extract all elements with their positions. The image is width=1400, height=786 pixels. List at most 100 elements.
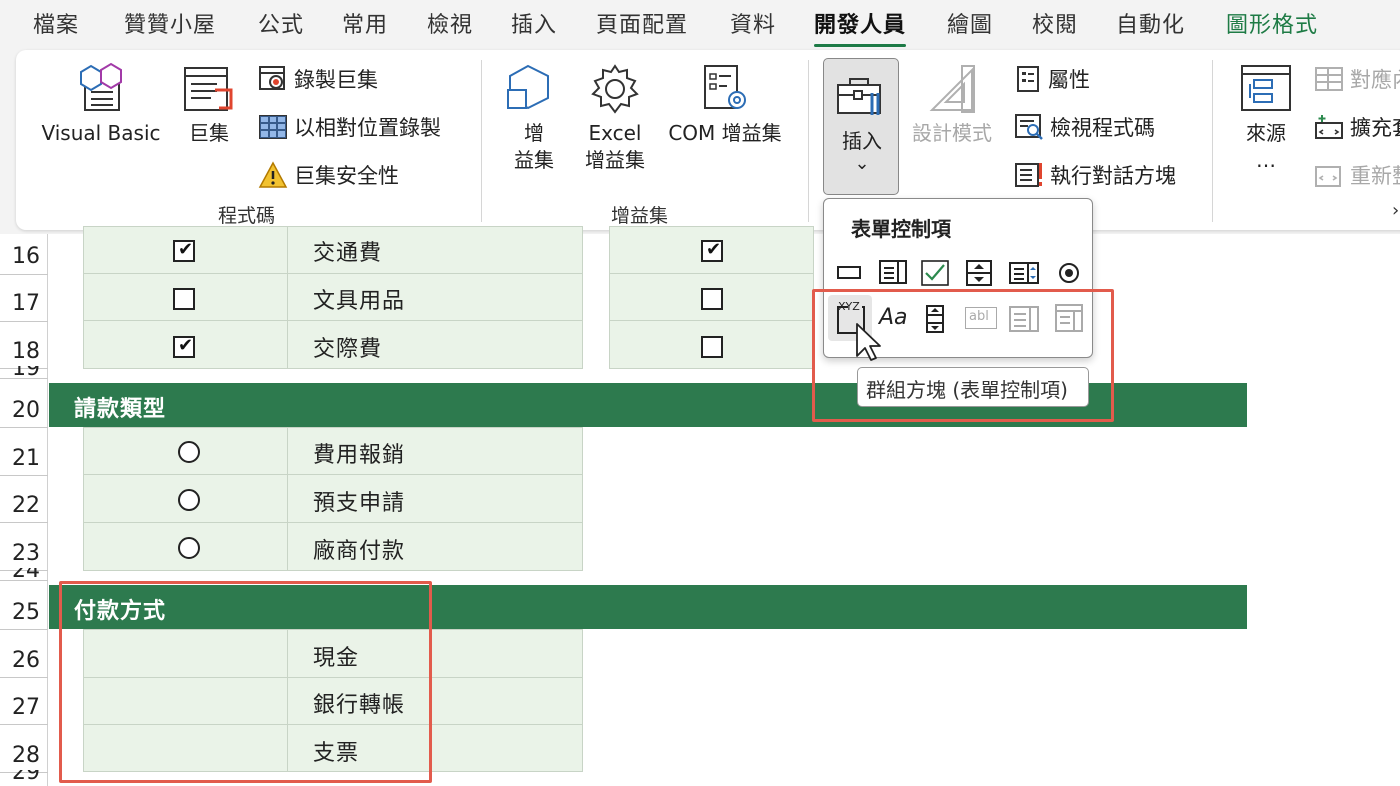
collapse-ribbon-icon[interactable]: ›	[1392, 200, 1399, 221]
addins-label-line1: 增	[524, 121, 544, 145]
row-number[interactable]: 21	[0, 446, 48, 471]
check-mark-icon: ✔	[706, 239, 722, 260]
expense-item-label: 文具用品	[313, 289, 406, 314]
refresh-data-icon	[1315, 166, 1341, 187]
expansion-packs-label: 擴充套	[1350, 116, 1400, 140]
macros-label: 巨集	[189, 121, 229, 145]
macros-icon	[184, 67, 233, 111]
row-number[interactable]: 25	[0, 600, 48, 625]
relative-reference-label: 以相對位置錄製	[294, 116, 441, 140]
addins-label-line2: 益集	[514, 148, 554, 172]
radio-advance-request[interactable]	[178, 489, 200, 511]
ribbon-tabs: 檔案 贊贊小屋 公式 常用 檢視 插入 頁面配置 資料 開發人員 繪圖 校閱 自…	[0, 0, 1400, 48]
macro-security-label: 巨集安全性	[294, 164, 399, 188]
insert-controls-button[interactable]: 插入 ⌄	[823, 58, 899, 195]
record-macro-button[interactable]: 錄製巨集	[258, 64, 378, 94]
addins-button[interactable]: 增 益集	[504, 62, 564, 174]
gear-icon	[591, 64, 639, 114]
ribbon-separator	[808, 60, 809, 222]
highlight-frame-payment	[59, 581, 432, 783]
com-addins-button[interactable]: COM 增益集	[660, 62, 790, 147]
checkbox-transport-left[interactable]: ✔	[173, 239, 195, 262]
com-addins-label: COM 增益集	[668, 121, 782, 145]
excel-addins-label-line2: 增益集	[585, 148, 645, 172]
checkbox-stationery-right[interactable]	[701, 288, 723, 310]
checkbox-entertainment-right[interactable]	[701, 336, 723, 358]
properties-label: 屬性	[1048, 68, 1090, 92]
tab-page-layout[interactable]: 頁面配置	[596, 7, 688, 39]
checkbox-transport-right[interactable]: ✔	[701, 239, 723, 262]
xml-source-button[interactable]: 來源 …	[1236, 62, 1296, 174]
row-number[interactable]: 19	[0, 366, 48, 376]
macros-button[interactable]: 巨集	[180, 62, 238, 147]
row-number[interactable]: 22	[0, 493, 48, 518]
expense-item-label: 交際費	[313, 337, 383, 362]
request-type-label: 廠商付款	[313, 539, 406, 564]
excel-addins-button[interactable]: Excel 增益集	[580, 62, 650, 174]
record-macro-icon	[259, 66, 285, 90]
request-type-label: 預支申請	[313, 491, 406, 516]
xml-source-icon	[1241, 65, 1291, 111]
row-number[interactable]: 27	[0, 695, 48, 720]
macro-security-button[interactable]: 巨集安全性	[258, 160, 399, 190]
refresh-data-button[interactable]: 重新整	[1314, 160, 1400, 190]
checkbox-entertainment-left[interactable]: ✔	[173, 335, 195, 358]
tab-data[interactable]: 資料	[730, 7, 776, 39]
ribbon-separator	[1212, 60, 1213, 222]
list-box-icon[interactable]	[1008, 261, 1040, 285]
run-dialog-button[interactable]: 執行對話方塊	[1014, 160, 1176, 190]
tab-review[interactable]: 校閱	[1032, 7, 1078, 39]
row-number[interactable]: 18	[0, 339, 48, 364]
properties-button[interactable]: 屬性	[1014, 64, 1090, 94]
spin-button-icon[interactable]	[965, 259, 993, 287]
checkbox-stationery-left[interactable]	[173, 288, 195, 310]
row-number[interactable]: 16	[0, 244, 48, 269]
visual-basic-button[interactable]: Visual Basic	[40, 62, 162, 147]
row-divider	[0, 580, 48, 581]
tab-file[interactable]: 檔案	[33, 7, 79, 39]
view-code-button[interactable]: 檢視程式碼	[1014, 112, 1155, 142]
request-type-label: 費用報銷	[313, 443, 406, 468]
row-divider	[0, 522, 48, 523]
map-properties-button[interactable]: 對應內	[1314, 64, 1400, 94]
xml-source-label: 來源	[1246, 121, 1286, 145]
tab-view[interactable]: 檢視	[427, 7, 473, 39]
xml-source-more: …	[1256, 148, 1276, 172]
row-number[interactable]: 26	[0, 648, 48, 673]
row-number[interactable]: 29	[0, 770, 48, 782]
tab-automate[interactable]: 自動化	[1116, 7, 1185, 39]
option-button-icon[interactable]	[1057, 261, 1081, 285]
excel-addins-label-line1: Excel	[588, 121, 642, 145]
tab-developer[interactable]: 開發人員	[814, 7, 907, 47]
row-number[interactable]: 28	[0, 743, 48, 768]
expansion-packs-button[interactable]: 擴充套	[1314, 112, 1400, 142]
relative-reference-button[interactable]: 以相對位置錄製	[258, 112, 441, 142]
row-number[interactable]: 23	[0, 541, 48, 566]
visual-basic-icon	[80, 62, 122, 111]
ribbon-separator	[481, 60, 482, 222]
insert-label: 插入	[842, 129, 882, 153]
design-mode-button[interactable]: 設計模式	[906, 62, 998, 147]
record-macro-label: 錄製巨集	[294, 68, 378, 92]
expense-item-label: 交通費	[313, 241, 383, 266]
radio-expense-claim[interactable]	[178, 441, 200, 463]
properties-icon	[1017, 66, 1039, 92]
row-divider	[0, 475, 48, 476]
button-control-icon[interactable]	[836, 259, 862, 285]
tab-home[interactable]: 常用	[342, 7, 388, 39]
checkbox-control-icon[interactable]	[920, 259, 950, 287]
tab-insert[interactable]: 插入	[511, 7, 557, 39]
addins-group-label: 增益集	[611, 205, 669, 227]
tab-draw[interactable]: 繪圖	[947, 7, 993, 39]
radio-vendor-payment[interactable]	[178, 537, 200, 559]
combo-box-icon[interactable]	[878, 259, 908, 285]
map-properties-icon	[1315, 67, 1343, 91]
tab-zanzan[interactable]: 贊贊小屋	[124, 7, 216, 39]
row-number[interactable]: 20	[0, 398, 48, 423]
tab-shape-format[interactable]: 圖形格式	[1226, 7, 1318, 39]
tab-formulas[interactable]: 公式	[258, 7, 304, 39]
form-controls-title: 表單控制項	[851, 217, 951, 241]
relative-reference-icon	[259, 115, 287, 139]
row-number[interactable]: 17	[0, 291, 48, 316]
row-number[interactable]: 24	[0, 568, 48, 578]
